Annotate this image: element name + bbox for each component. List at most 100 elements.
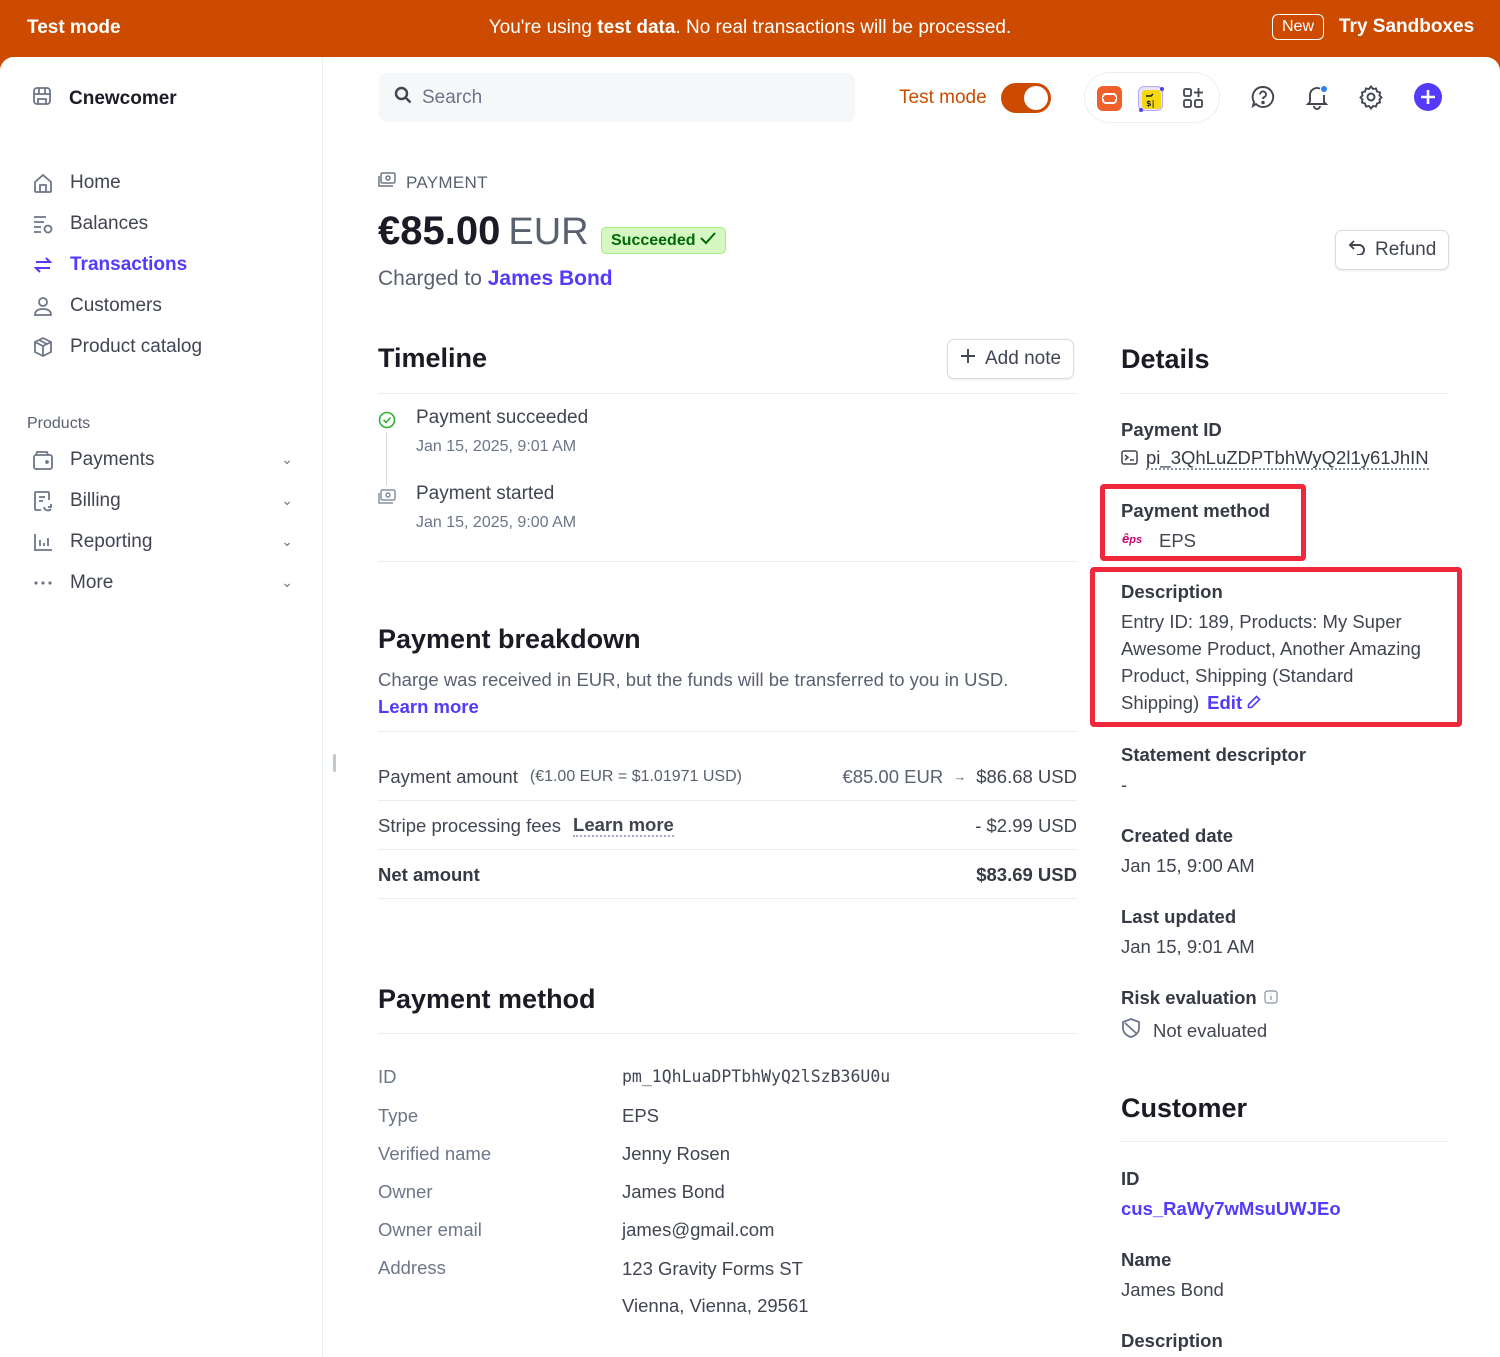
- customer-link[interactable]: James Bond: [488, 267, 613, 290]
- charged-prefix: Charged to: [378, 267, 482, 290]
- timeline-event-date: Jan 15, 2025, 9:00 AM: [416, 514, 577, 531]
- pm-field-label: Address: [378, 1257, 446, 1278]
- refund-icon: [1348, 239, 1366, 261]
- amount-value: €85.00: [378, 209, 501, 253]
- account-name: Cnewcomer: [69, 88, 177, 109]
- help-icon[interactable]: [1249, 83, 1277, 111]
- sidebar-item-label: More: [70, 571, 114, 593]
- divider: [378, 1033, 1077, 1034]
- pm-field-label: Type: [378, 1105, 419, 1126]
- customer-description-label: Description: [1121, 1330, 1223, 1351]
- breakdown-title: Payment breakdown: [378, 624, 641, 654]
- created-date-label: Created date: [1121, 825, 1234, 846]
- created-date-value: Jan 15, 9:00 AM: [1121, 855, 1255, 876]
- payment-id-value[interactable]: pi_3QhLuZDPTbhWyQ2l1y61JhIN: [1146, 448, 1429, 470]
- customer-name-value: James Bond: [1121, 1279, 1224, 1300]
- net-amount-row: Net amount $83.69 USD: [378, 851, 1077, 899]
- pm-field-value: Vienna, Vienna, 29561: [622, 1295, 809, 1316]
- add-note-label: Add note: [985, 348, 1062, 369]
- pm-field-value: Jenny Rosen: [622, 1143, 730, 1164]
- chevron-down-icon[interactable]: ⌄: [281, 574, 293, 591]
- refund-label: Refund: [1375, 239, 1437, 260]
- sidebar-item-more[interactable]: More ⌄: [31, 571, 293, 594]
- search-input[interactable]: Search: [379, 73, 855, 122]
- description-text: Entry ID: 189, Products: My Super Awesom…: [1121, 611, 1421, 713]
- new-badge: New: [1272, 14, 1325, 40]
- pencil-icon: [1247, 695, 1261, 709]
- sidebar-item-customers[interactable]: Customers: [31, 294, 293, 317]
- divider: [378, 731, 1077, 732]
- description-value: Entry ID: 189, Products: My Super Awesom…: [1121, 608, 1451, 716]
- sidebar-item-label: Product catalog: [70, 335, 203, 357]
- add-note-button[interactable]: Add note: [947, 339, 1075, 379]
- sidebar-item-label: Payments: [70, 448, 155, 470]
- chevron-down-icon[interactable]: ⌄: [281, 533, 293, 550]
- home-icon: [31, 171, 54, 194]
- try-sandboxes-link[interactable]: Try Sandboxes: [1339, 16, 1474, 38]
- sidebar-item-product-catalog[interactable]: Product catalog: [31, 335, 293, 358]
- customer-id-link[interactable]: cus_RaWy7wMsuUWJEo: [1121, 1198, 1341, 1220]
- sidebar-item-payments[interactable]: Payments ⌄: [31, 448, 293, 471]
- app-icon-orange[interactable]: [1097, 86, 1122, 111]
- sidebar-item-reporting[interactable]: Reporting ⌄: [31, 530, 293, 553]
- payment-id-label: Payment ID: [1121, 419, 1222, 440]
- sidebar-item-home[interactable]: Home: [31, 171, 293, 194]
- svg-text:$|: $|: [1146, 99, 1155, 108]
- original-amount: €85.00 EUR: [842, 765, 944, 787]
- refund-button[interactable]: Refund: [1335, 230, 1450, 270]
- account-switcher[interactable]: Cnewcomer: [31, 85, 177, 113]
- fees-learn-more-link[interactable]: Learn more: [573, 814, 674, 837]
- payment-icon: [378, 489, 396, 510]
- sidebar-resize-handle[interactable]: [333, 754, 336, 772]
- last-updated-label: Last updated: [1121, 906, 1237, 927]
- amount-currency: EUR: [508, 211, 589, 253]
- timeline-title: Timeline: [378, 343, 488, 373]
- edit-description-button[interactable]: Edit: [1207, 692, 1261, 713]
- pm-field-value: EPS: [622, 1105, 660, 1126]
- app-icon-finance[interactable]: $|: [1138, 86, 1164, 112]
- sidebar-item-balances[interactable]: Balances: [31, 212, 293, 235]
- breakdown-description: Charge was received in EUR, but the fund…: [378, 666, 1078, 720]
- banner-message-suffix: . No real transactions will be processed…: [675, 17, 1012, 38]
- breakdown-description-text: Charge was received in EUR, but the fund…: [378, 669, 1009, 690]
- timeline-event-date: Jan 15, 2025, 9:01 AM: [416, 438, 577, 455]
- chevron-down-icon[interactable]: ⌄: [281, 451, 293, 468]
- statement-descriptor-value: -: [1121, 774, 1128, 795]
- row-label: Payment amount: [378, 765, 518, 787]
- learn-more-link[interactable]: Learn more: [378, 696, 479, 717]
- sidebar-item-billing[interactable]: Billing ⌄: [31, 489, 293, 512]
- test-mode-toggle[interactable]: [1001, 83, 1051, 113]
- fees-row: Stripe processing fees Learn more - $2.9…: [378, 802, 1077, 850]
- chevron-down-icon[interactable]: ⌄: [281, 492, 293, 509]
- pm-field-label: Owner: [378, 1181, 433, 1202]
- check-icon: [700, 231, 717, 250]
- pm-field-label: Verified name: [378, 1143, 492, 1164]
- sidebar-item-transactions[interactable]: Transactions: [31, 253, 293, 276]
- customer-icon: [31, 294, 54, 317]
- exchange-rate: (€1.00 EUR = $1.01971 USD): [529, 767, 742, 785]
- description-label: Description: [1121, 581, 1223, 602]
- banner-message-bold: test data: [597, 17, 676, 38]
- breadcrumb-label: PAYMENT: [406, 172, 488, 192]
- status-text: Succeeded: [611, 231, 696, 249]
- edit-label: Edit: [1207, 692, 1243, 713]
- fees-value: - $2.99 USD: [975, 814, 1077, 836]
- box-icon: [31, 335, 54, 358]
- divider: [1121, 1141, 1449, 1142]
- test-mode-banner: Test mode You're using test data. No rea…: [0, 0, 1500, 57]
- breadcrumb: PAYMENT: [378, 172, 488, 193]
- create-plus-button[interactable]: [1414, 83, 1442, 111]
- add-app-icon[interactable]: [1181, 86, 1206, 111]
- row-label: Stripe processing fees: [378, 814, 562, 836]
- payment-id[interactable]: pi_3QhLuZDPTbhWyQ2l1y61JhIN: [1121, 448, 1429, 470]
- more-icon: [31, 571, 54, 594]
- apps-pill: $|: [1084, 72, 1220, 123]
- chart-icon: [31, 530, 54, 553]
- info-icon[interactable]: [1264, 987, 1278, 1009]
- app-shell: Cnewcomer Home Balances Transactions Cus…: [0, 57, 1500, 1357]
- pm-field-value: james@gmail.com: [622, 1219, 775, 1240]
- settings-gear-icon[interactable]: [1357, 83, 1385, 111]
- pm-field-label: Owner email: [378, 1219, 482, 1240]
- notifications-bell-icon[interactable]: [1303, 83, 1331, 111]
- check-circle-icon: [378, 411, 396, 434]
